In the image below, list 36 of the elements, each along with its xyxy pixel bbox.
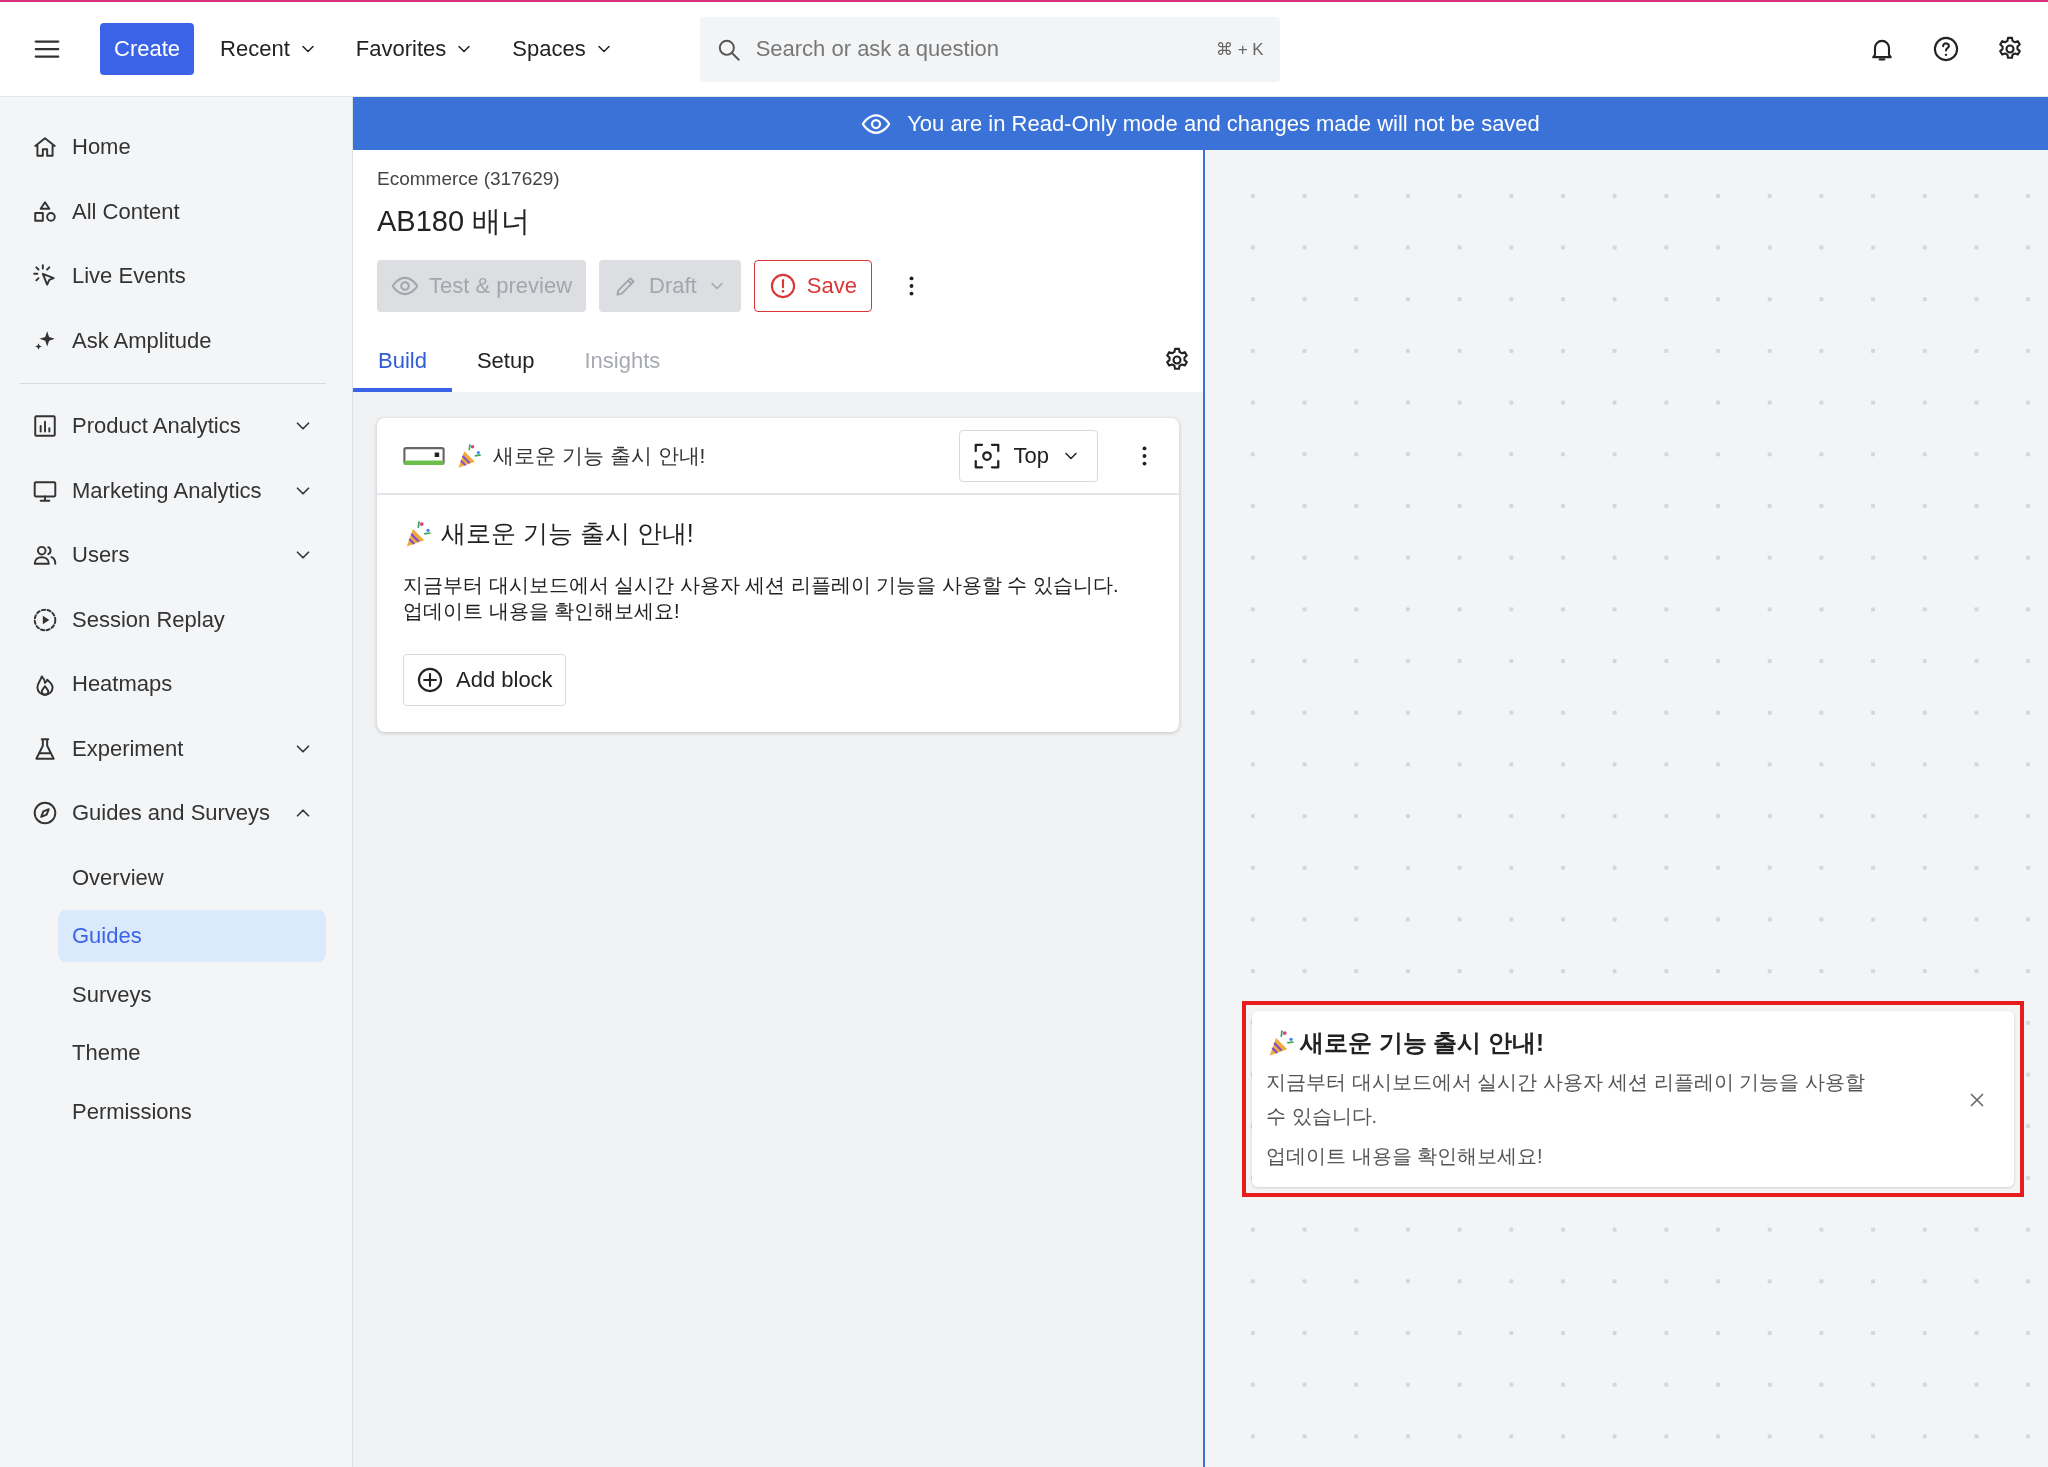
- sidebar-item[interactable]: Session Replay: [20, 587, 326, 652]
- sidebar-item[interactable]: Heatmaps: [20, 652, 326, 717]
- banner-text: You are in Read-Only mode and changes made will not be saved: [907, 110, 1540, 137]
- nav-menu[interactable]: Spaces: [498, 36, 628, 62]
- body-text: 지금부터 대시보드에서 실시간 사용자 세션 리플레이 기능을 사용할 수 있습니다.: [403, 573, 1120, 598]
- nav-menu[interactable]: Recent: [206, 36, 332, 62]
- sidebar-item[interactable]: Surveys: [58, 968, 326, 1021]
- preview-text: 업데이트 내용을 확인해보세요!: [1266, 1144, 1544, 1169]
- nav-menu[interactable]: Favorites: [341, 36, 489, 62]
- sidebar-item[interactable]: Product Analytics: [20, 394, 326, 459]
- project-name: Ecommerce (317629): [377, 168, 561, 190]
- create-button[interactable]: Create: [100, 23, 195, 75]
- sidebar-item[interactable]: All Content: [20, 179, 326, 244]
- sidebar-item[interactable]: Live Events: [20, 244, 326, 309]
- block-heading: 새로운 기능 출시 안내!: [441, 518, 694, 549]
- shortcut-hint: ⌘ + K: [1215, 38, 1264, 60]
- block-title: 새로운 기능 출시 안내!: [493, 442, 706, 469]
- sidebar-item[interactable]: Permissions: [58, 1085, 326, 1138]
- sidebar-item[interactable]: Theme: [58, 1027, 326, 1079]
- sidebar-item[interactable]: Marketing Analytics: [20, 458, 326, 523]
- tab[interactable]: Setup: [451, 334, 560, 392]
- sidebar-item[interactable]: Overview: [58, 851, 326, 904]
- sidebar-item[interactable]: Home: [20, 115, 326, 180]
- preview-text: 지금부터 대시보드에서 실시간 사용자 세션 리플레이 기능을 사용할 수 있습니다.: [1266, 1070, 1866, 1129]
- guide-title: AB180 배너: [377, 204, 532, 239]
- preview-title: 새로운 기능 출시 안내!: [1300, 1028, 1544, 1058]
- body-text: 업데이트 내용을 확인해보세요!: [403, 599, 681, 624]
- position-dropdown[interactable]: Top: [958, 429, 1098, 482]
- save-button[interactable]: Save: [753, 260, 872, 312]
- sidebar-item[interactable]: Guides and Surveys: [20, 781, 326, 846]
- tab[interactable]: Build: [353, 334, 452, 392]
- sidebar-item[interactable]: Users: [20, 523, 326, 588]
- add-block-button[interactable]: Add block: [403, 654, 566, 706]
- sidebar-item[interactable]: Guides: [58, 910, 326, 962]
- sidebar-item[interactable]: Experiment: [20, 716, 326, 781]
- sidebar-item[interactable]: Ask Amplitude: [20, 308, 326, 373]
